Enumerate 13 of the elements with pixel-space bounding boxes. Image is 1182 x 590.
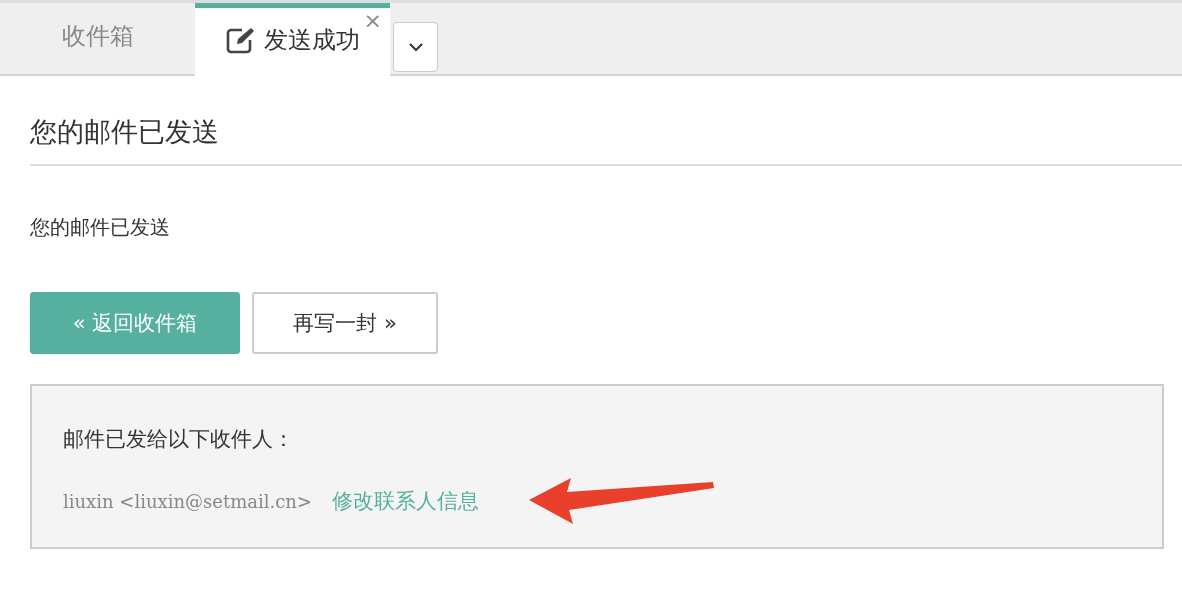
- dropdown-button[interactable]: [393, 22, 438, 72]
- page-title: 您的邮件已发送: [30, 76, 1182, 167]
- recipient-address: liuxin <liuxin@setmail.cn>: [63, 490, 312, 515]
- tab[interactable]: 收件箱: [0, 2, 195, 74]
- message-text: 您的邮件已发送: [30, 214, 171, 242]
- compose-button[interactable]: 再写一封 »: [252, 292, 438, 355]
- edit-icon: [225, 26, 256, 54]
- chevron-down-icon: [408, 42, 423, 52]
- panel-heading: 邮件已发给以下收件人：: [63, 426, 295, 454]
- tab[interactable]: 发送成功 ×: [195, 3, 390, 76]
- close-icon[interactable]: ×: [363, 10, 382, 32]
- back-button[interactable]: « 返回收件箱: [30, 292, 240, 355]
- edit-contact-link[interactable]: 修改联系人信息: [331, 485, 479, 518]
